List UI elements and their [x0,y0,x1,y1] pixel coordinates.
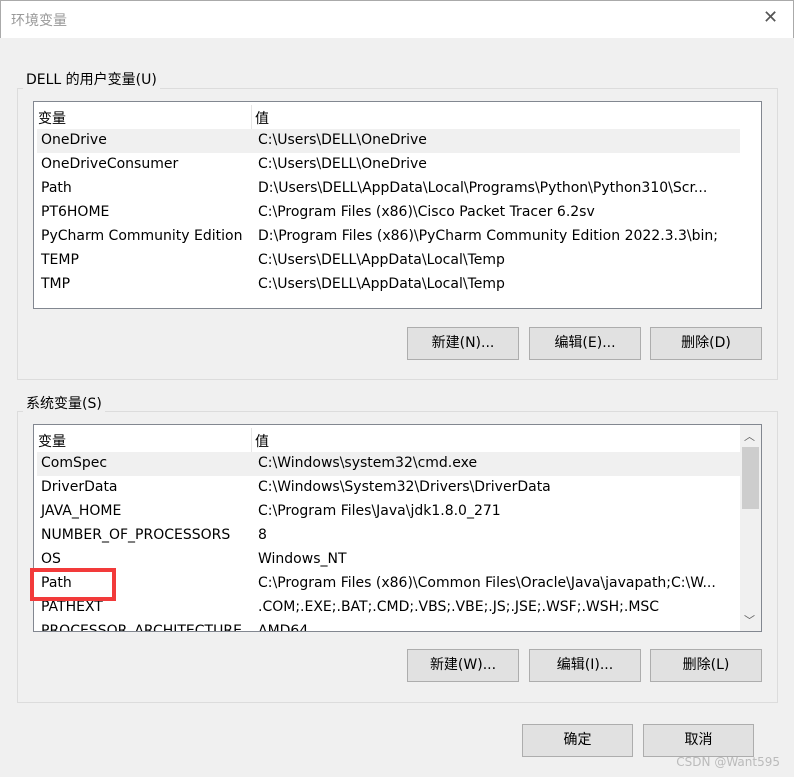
ok-button[interactable]: 确定 [522,724,633,757]
variable-name: NUMBER_OF_PROCESSORS [41,527,231,543]
variable-name: PyCharm Community Edition [41,228,243,244]
user-edit-button[interactable]: 编辑(E)... [529,327,641,360]
variable-name: PT6HOME [41,204,110,220]
variable-name: OneDrive [41,132,107,148]
table-row[interactable]: PROCESSOR_ARCHITECTURE AMD64 [37,620,740,632]
watermark: CSDN @Want595 [676,755,780,769]
table-row[interactable]: JAVA_HOME C:\Program Files\Java\jdk1.8.0_… [37,500,740,524]
variable-value: Windows_NT [258,551,347,567]
variable-value: C:\Users\DELL\OneDrive [258,132,427,148]
variable-name: ComSpec [41,455,108,471]
variable-name: OS [41,551,61,567]
system-variables-list[interactable]: 变量 值 ComSpec C:\Windows\system32\cmd.exe D… [33,424,762,632]
table-row[interactable]: TMP C:\Users\DELL\AppData\Local\Temp [37,273,740,297]
variable-name: PATHEXT [41,599,103,615]
table-row[interactable]: PATHEXT .COM;.EXE;.BAT;.CMD;.VBS;.VBE;.JS… [37,596,740,620]
variable-value: C:\Windows\System32\Drivers\DriverData [258,479,551,495]
table-row[interactable]: Path D:\Users\DELL\AppData\Local\Programs… [37,177,740,201]
highlight-box [30,568,116,601]
variable-name: Path [41,180,72,196]
table-row[interactable]: OS Windows_NT [37,548,740,572]
table-row[interactable]: ComSpec C:\Windows\system32\cmd.exe [37,452,740,476]
table-row[interactable]: PT6HOME C:\Program Files (x86)\Cisco Pack… [37,201,740,225]
variable-value: 8 [258,527,267,543]
variable-value: C:\Windows\system32\cmd.exe [258,455,478,471]
variable-name: TMP [41,276,71,292]
variable-name: TEMP [41,252,79,268]
scroll-down-icon[interactable]: ﹀ [744,612,755,628]
window-title: 环境变量 [11,13,67,29]
variable-value: AMD64 [258,623,309,632]
variable-value: D:\Users\DELL\AppData\Local\Programs\Pyt… [258,180,708,196]
column-header-value[interactable]: 值 [255,431,269,451]
user-delete-button[interactable]: 删除(D) [650,327,762,360]
list-header: 变量 值 [34,105,761,129]
table-row[interactable]: TEMP C:\Users\DELL\AppData\Local\Temp [37,249,740,273]
table-row[interactable]: PyCharm Community Edition D:\Program File… [37,225,740,249]
cancel-button[interactable]: 取消 [643,724,754,757]
user-variables-label: DELL 的用户变量(U) [23,69,160,89]
variable-value: D:\Program Files (x86)\PyCharm Community… [258,228,718,244]
column-header-name[interactable]: 变量 [38,108,66,128]
variable-value: .COM;.EXE;.BAT;.CMD;.VBS;.VBE;.JS;.JSE;.… [258,599,660,615]
variable-name: JAVA_HOME [41,503,122,519]
variable-value: C:\Program Files\Java\jdk1.8.0_271 [258,503,501,519]
variable-name: OneDriveConsumer [41,156,179,172]
title-bar: 环境变量 ✕ [0,0,794,38]
list-header: 变量 值 [34,428,761,452]
variable-value: C:\Program Files (x86)\Common Files\Orac… [258,575,716,591]
system-variables-label: 系统变量(S) [23,393,105,413]
column-header-name[interactable]: 变量 [38,431,66,451]
variable-value: C:\Users\DELL\OneDrive [258,156,427,172]
variable-value: C:\Users\DELL\AppData\Local\Temp [258,252,505,268]
table-row[interactable]: OneDrive C:\Users\DELL\OneDrive [37,129,740,153]
scrollbar-thumb[interactable] [742,447,759,509]
system-delete-button[interactable]: 删除(L) [650,649,762,682]
table-row[interactable]: DriverData C:\Windows\System32\Drivers\Dr… [37,476,740,500]
scroll-up-icon[interactable]: ︿ [744,428,755,444]
user-variables-list[interactable]: 变量 值 OneDrive C:\Users\DELL\OneDrive OneDr… [33,101,762,309]
column-header-value[interactable]: 值 [255,108,269,128]
variable-name: PROCESSOR_ARCHITECTURE [41,623,242,632]
variable-value: C:\Users\DELL\AppData\Local\Temp [258,276,505,292]
variable-value: C:\Program Files (x86)\Cisco Packet Trac… [258,204,595,220]
table-row[interactable]: OneDriveConsumer C:\Users\DELL\OneDrive [37,153,740,177]
vertical-scrollbar[interactable]: ︿ ﹀ [740,425,761,631]
variable-name: DriverData [41,479,118,495]
system-edit-button[interactable]: 编辑(I)... [529,649,641,682]
table-row[interactable]: Path C:\Program Files (x86)\Common Files\… [37,572,740,596]
close-icon[interactable]: ✕ [763,7,778,28]
user-new-button[interactable]: 新建(N)... [407,327,519,360]
table-row[interactable]: NUMBER_OF_PROCESSORS 8 [37,524,740,548]
system-new-button[interactable]: 新建(W)... [407,649,519,682]
